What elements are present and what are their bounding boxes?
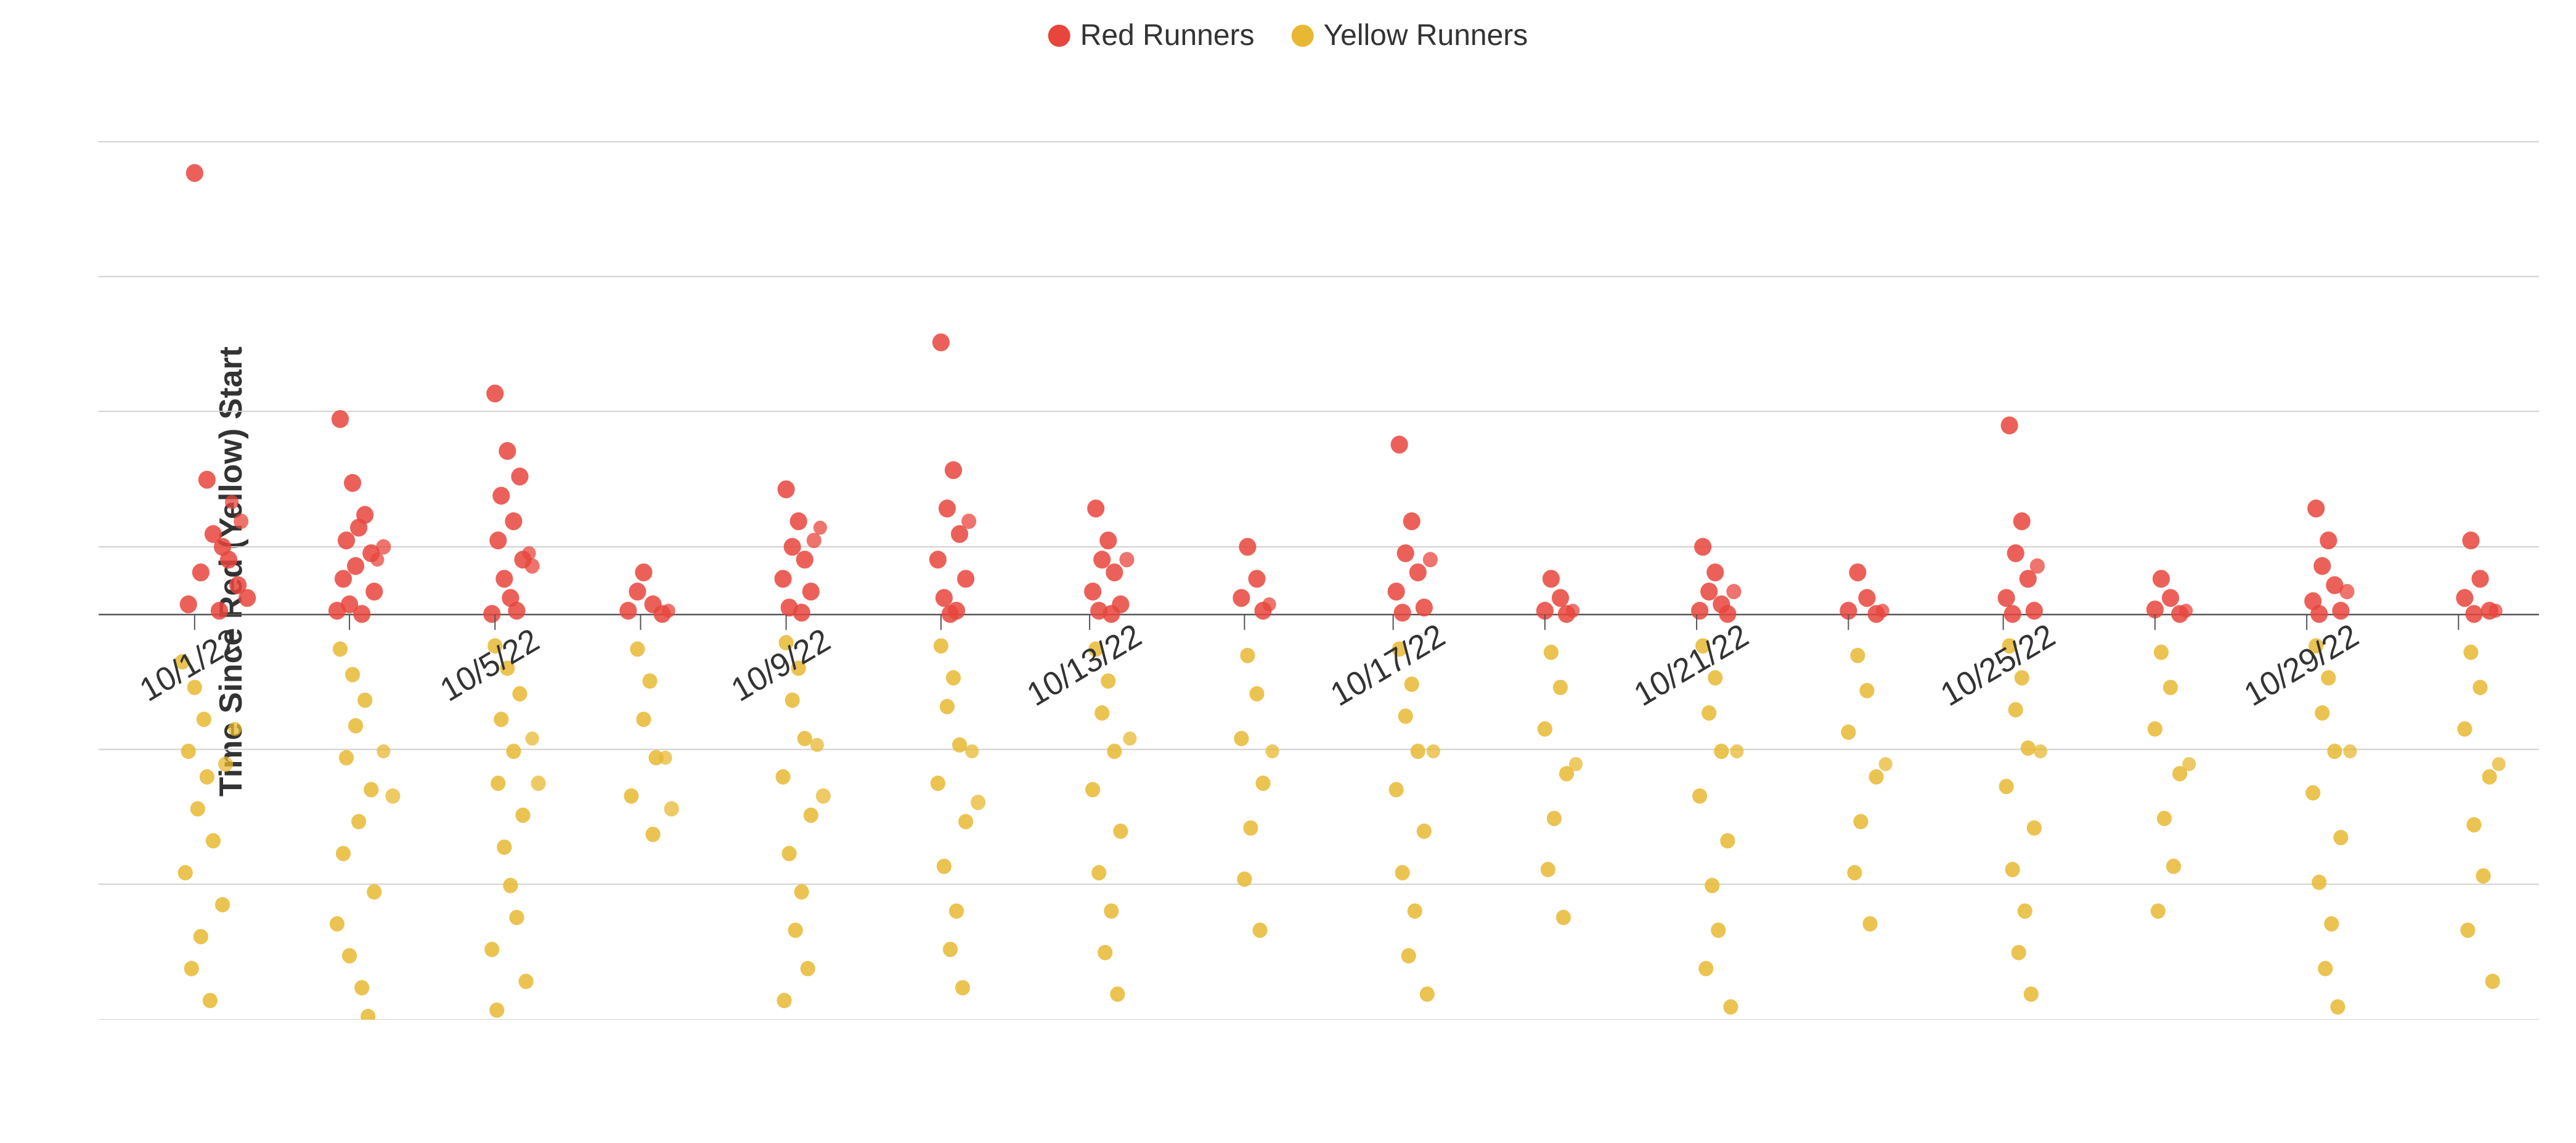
legend-yellow: Yellow Runners: [1292, 18, 1528, 52]
svg-text:10/21/22: 10/21/22: [1628, 617, 1755, 714]
chart-plot-area: 8 6 4 2 0 2 4 6: [99, 74, 2539, 1020]
chart-svg: 8 6 4 2 0 2 4 6: [99, 74, 2539, 1020]
chart-container: Red Runners Yellow Runners Time Since Re…: [0, 0, 2576, 1143]
legend-yellow-label: Yellow Runners: [1324, 18, 1528, 52]
legend-red-dot: [1048, 25, 1070, 47]
svg-text:10/17/22: 10/17/22: [1324, 617, 1451, 714]
svg-text:10/25/22: 10/25/22: [1934, 617, 2061, 714]
legend-red: Red Runners: [1048, 18, 1255, 52]
legend-red-label: Red Runners: [1080, 18, 1255, 52]
chart-legend: Red Runners Yellow Runners: [1048, 18, 1528, 52]
svg-text:10/13/22: 10/13/22: [1021, 617, 1147, 714]
legend-yellow-dot: [1292, 25, 1314, 47]
svg-text:10/9/22: 10/9/22: [725, 621, 836, 709]
svg-text:10/5/22: 10/5/22: [434, 621, 545, 709]
svg-text:10/1/22: 10/1/22: [134, 621, 245, 709]
svg-text:10/29/22: 10/29/22: [2238, 617, 2365, 714]
